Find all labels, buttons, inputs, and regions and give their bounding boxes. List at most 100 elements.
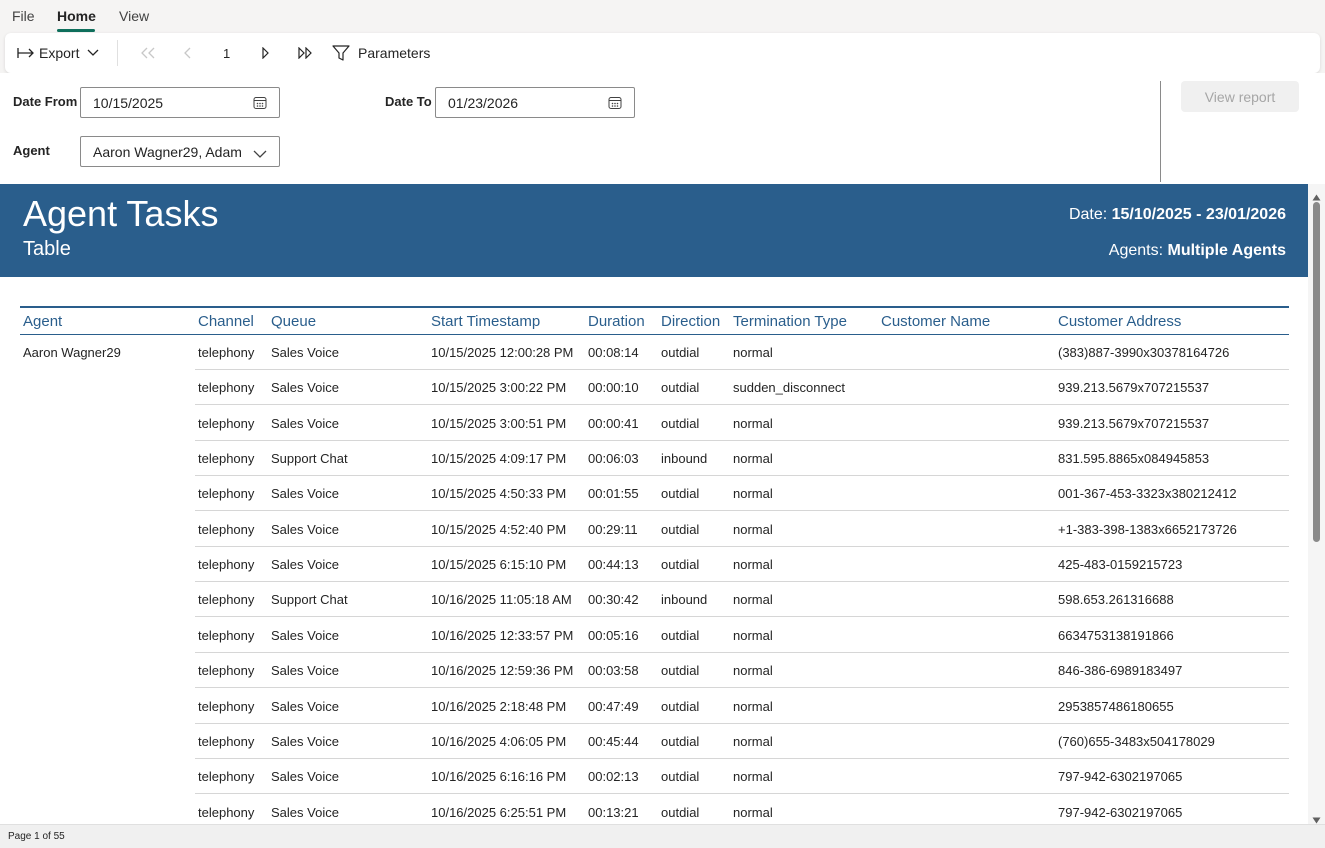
- date-from-label: Date From: [13, 94, 78, 109]
- view-report-button[interactable]: View report: [1181, 81, 1299, 112]
- date-to-value: 01/23/2026: [448, 94, 519, 111]
- calendar-icon[interactable]: [253, 96, 267, 113]
- duration-cell: 00:30:42: [588, 592, 639, 608]
- agents-label: Agents:: [1108, 242, 1168, 259]
- duration-cell: 00:05:16: [588, 627, 639, 643]
- direction-cell: inbound: [661, 451, 708, 467]
- previous-page-icon: [183, 47, 193, 59]
- calendar-icon[interactable]: [608, 96, 622, 113]
- queue-cell: Sales Voice: [271, 521, 339, 537]
- table-row: telephony Support Chat 10/16/2025 11:05:18…: [195, 582, 1289, 618]
- report-header-banner: Agent Tasks Table Date: 15/10/2025 - 23/…: [0, 184, 1308, 277]
- duration-cell: 00:02:13: [588, 769, 639, 785]
- customer-address-cell: +1-383-398-1383x6652173726: [1058, 521, 1237, 537]
- customer-address-cell: 001-367-453-3323x380212412: [1058, 486, 1237, 502]
- termination-type-cell: normal: [733, 451, 773, 467]
- date-from-field[interactable]: 10/15/2025: [80, 87, 280, 118]
- next-page-button[interactable]: [260, 33, 270, 73]
- date-to-field[interactable]: 01/23/2026: [435, 87, 635, 118]
- agent-select[interactable]: Aaron Wagner29, Adam: [80, 136, 280, 167]
- channel-cell: telephony: [198, 380, 255, 396]
- status-bar: Page 1 of 55: [0, 824, 1325, 848]
- last-page-button[interactable]: [297, 33, 313, 73]
- customer-address-cell: 2953857486180655: [1058, 698, 1174, 714]
- start-timestamp-cell: 10/16/2025 12:33:57 PM: [431, 627, 574, 643]
- table-row: telephony Sales Voice 10/15/2025 3:00:22 P…: [195, 370, 1289, 406]
- customer-address-cell: (383)887-3990x30378164726: [1058, 345, 1230, 360]
- table-row: telephony Sales Voice 10/15/2025 4:50:33 P…: [195, 476, 1289, 512]
- export-button[interactable]: Export: [17, 33, 99, 73]
- start-timestamp-cell: 10/15/2025 6:15:10 PM: [431, 557, 567, 573]
- menu-home[interactable]: Home: [57, 8, 96, 24]
- channel-cell: telephony: [198, 345, 255, 360]
- channel-cell: telephony: [198, 486, 255, 502]
- direction-cell: outdial: [661, 804, 700, 820]
- toolbar: Export 1 Parameters: [5, 33, 1320, 73]
- column-header-termination-type: Termination Type: [733, 313, 847, 330]
- customer-address-cell: 846-386-6989183497: [1058, 663, 1183, 679]
- report-canvas: Agent Tasks Table Date: 15/10/2025 - 23/…: [0, 184, 1308, 824]
- start-timestamp-cell: 10/15/2025 4:50:33 PM: [431, 486, 567, 502]
- table-row: telephony Sales Voice 10/16/2025 12:33:57 …: [195, 618, 1289, 653]
- channel-cell: telephony: [198, 592, 255, 608]
- column-header-channel: Channel: [198, 313, 254, 330]
- parameters-pane: Date From 10/15/2025 Date To 01/23/2026 …: [0, 73, 1325, 184]
- menu-view[interactable]: View: [119, 8, 149, 24]
- direction-cell: outdial: [661, 627, 700, 643]
- channel-cell: telephony: [198, 698, 255, 714]
- menu-file[interactable]: File: [12, 8, 35, 24]
- duration-cell: 00:03:58: [588, 663, 639, 679]
- start-timestamp-cell: 10/16/2025 12:59:36 PM: [431, 663, 574, 679]
- table-row: telephony Sales Voice 10/15/2025 3:00:51 P…: [195, 406, 1289, 441]
- customer-address-cell: 797-942-6302197065: [1058, 804, 1183, 820]
- first-page-button[interactable]: [140, 33, 156, 73]
- channel-cell: telephony: [198, 415, 255, 431]
- termination-type-cell: sudden_disconnect: [733, 380, 846, 396]
- channel-cell: telephony: [198, 733, 255, 749]
- duration-cell: 00:00:41: [588, 415, 639, 431]
- scrollbar-thumb[interactable]: [1313, 202, 1320, 542]
- start-timestamp-cell: 10/16/2025 4:06:05 PM: [431, 733, 567, 749]
- channel-cell: telephony: [198, 521, 255, 537]
- direction-cell: outdial: [661, 380, 700, 396]
- column-header-customer-address: Customer Address: [1058, 313, 1182, 330]
- queue-cell: Support Chat: [271, 451, 348, 467]
- current-page-number[interactable]: 1: [223, 33, 230, 73]
- export-icon: [17, 46, 37, 60]
- table-row: telephony Sales Voice 10/16/2025 12:59:36 …: [195, 653, 1289, 689]
- date-from-value: 10/15/2025: [93, 94, 164, 111]
- direction-cell: outdial: [661, 769, 700, 785]
- direction-cell: outdial: [661, 733, 700, 749]
- table-row: telephony Sales Voice 10/15/2025 4:52:40 P…: [195, 512, 1289, 547]
- termination-type-cell: normal: [733, 521, 773, 537]
- start-timestamp-cell: 10/15/2025 4:09:17 PM: [431, 451, 567, 467]
- duration-cell: 00:06:03: [588, 451, 639, 467]
- queue-cell: Sales Voice: [271, 415, 339, 431]
- report-scrollbar[interactable]: [1308, 184, 1325, 824]
- termination-type-cell: normal: [733, 592, 773, 608]
- agent-group-name: Aaron Wagner29: [23, 345, 121, 360]
- queue-cell: Sales Voice: [271, 733, 339, 749]
- toolbar-divider: [117, 40, 118, 66]
- chevron-down-icon: [253, 146, 267, 162]
- queue-cell: Sales Voice: [271, 627, 339, 643]
- channel-cell: telephony: [198, 769, 255, 785]
- table-row: telephony Sales Voice 10/16/2025 4:06:05 P…: [195, 724, 1289, 759]
- parameters-button[interactable]: Parameters: [332, 33, 430, 73]
- first-page-icon: [140, 47, 156, 59]
- queue-cell: Sales Voice: [271, 345, 339, 360]
- start-timestamp-cell: 10/16/2025 2:18:48 PM: [431, 698, 567, 714]
- direction-cell: outdial: [661, 486, 700, 502]
- column-header-start-timestamp: Start Timestamp: [431, 313, 541, 330]
- previous-page-button[interactable]: [183, 33, 193, 73]
- termination-type-cell: normal: [733, 804, 773, 820]
- customer-address-cell: 6634753138191866: [1058, 627, 1174, 643]
- queue-cell: Sales Voice: [271, 663, 339, 679]
- start-timestamp-cell: 10/15/2025 3:00:22 PM: [431, 380, 567, 396]
- channel-cell: telephony: [198, 451, 255, 467]
- start-timestamp-cell: 10/15/2025 12:00:28 PM: [431, 345, 574, 360]
- report-date-range: Date: 15/10/2025 - 23/01/2026: [1069, 206, 1286, 224]
- termination-type-cell: normal: [733, 415, 773, 431]
- column-header-queue: Queue: [271, 313, 317, 330]
- start-timestamp-cell: 10/15/2025 4:52:40 PM: [431, 521, 567, 537]
